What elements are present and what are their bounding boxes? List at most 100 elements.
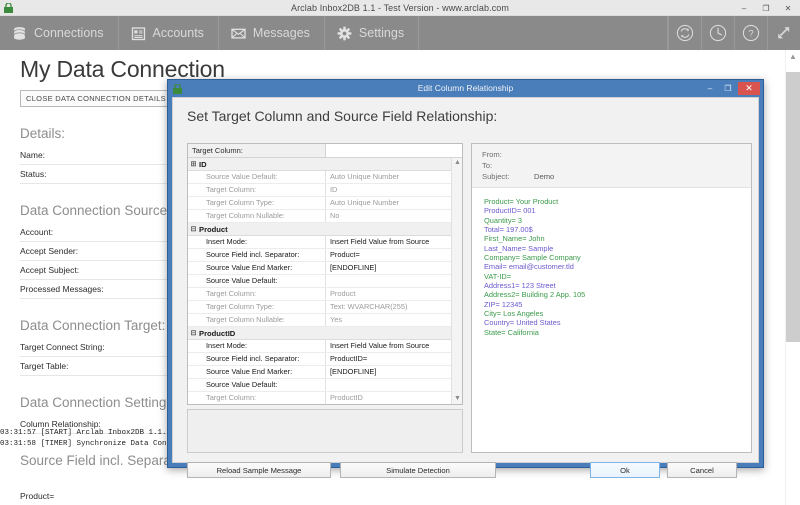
target-column-label: Target Column: (188, 144, 326, 157)
property-row[interactable]: Source Value Default: (188, 379, 451, 392)
message-subject-value: Demo (534, 172, 555, 181)
property-category-id[interactable]: ⊞ ID (188, 158, 451, 171)
property-row[interactable]: Source Value End Marker: [ENDOFLINE] (188, 366, 451, 379)
property-value[interactable]: ProductID= (326, 353, 451, 365)
log-line: 03:31:58 [TIMER] Synchronize Data Connec… (0, 440, 190, 448)
message-subject-label: Subject: (482, 172, 510, 181)
message-line: Total= 197.00$ (484, 225, 533, 235)
property-grid-rows: ⊞ ID Source Value Default: Auto Unique Numb… (188, 158, 451, 404)
application-window: Arclab Inbox2DB 1.1 - Test Version - www… (0, 0, 800, 505)
scroll-up-icon[interactable]: ▲ (454, 159, 461, 167)
property-category-label: ID (199, 159, 207, 169)
nav-item-connections[interactable]: Connections (0, 16, 119, 50)
nav-label-accounts: Accounts (152, 26, 204, 40)
simulate-detection-button[interactable]: Simulate Detection (340, 462, 496, 478)
page-scrollbar[interactable]: ▲ (785, 50, 800, 505)
property-row: Target Column: ID (188, 184, 451, 197)
message-body: Product= Your Product ProductID= 001 Quant… (472, 188, 751, 337)
target-column-value[interactable] (326, 144, 462, 157)
message-line: ZIP= 12345 (484, 299, 523, 309)
close-button[interactable]: ✕ (778, 1, 798, 15)
dialog-heading: Set Target Column and Source Field Relat… (187, 108, 498, 124)
window-title: Arclab Inbox2DB 1.1 - Test Version - www… (290, 3, 510, 13)
dialog-titlebar: Edit Column Relationship – ❐ ✕ (168, 80, 763, 97)
ok-button[interactable]: Ok (590, 462, 660, 478)
property-key: Insert Mode: (188, 236, 326, 248)
nav-label-settings: Settings (358, 26, 405, 40)
property-row[interactable]: Source Value Default: (188, 275, 451, 288)
svg-text:?: ? (748, 29, 753, 40)
log-line: 03:31:57 [START] Arclab Inbox2DB 1.1.0 (0, 429, 172, 437)
property-value[interactable]: Insert Field Value from Source (326, 236, 451, 248)
property-row[interactable]: Insert Mode: Insert Field Value from Sour… (188, 340, 451, 353)
property-row: Target Column Type: Text: WVARCHAR(255) (188, 301, 451, 314)
message-line: Product= Your Product (484, 197, 559, 206)
property-key: Source Value Default: (188, 379, 326, 391)
message-line: City= Los Angeles (484, 309, 544, 319)
dialog-minimize-button[interactable]: – (702, 82, 718, 95)
dialog-button-bar: Reload Sample Message Simulate Detection… (173, 462, 758, 484)
message-to-label: To: (482, 161, 493, 170)
property-value: No (330, 211, 340, 220)
close-data-connection-details-button[interactable]: CLOSE DATA CONNECTION DETAILS (20, 90, 172, 107)
scroll-up-icon[interactable]: ▲ (789, 52, 797, 61)
message-line: Address2= Building 2 App. 105 (484, 290, 586, 300)
property-category-productid[interactable]: ⊟ ProductID (188, 327, 451, 340)
property-key: Source Field incl. Separator: (188, 249, 326, 261)
sync-icon[interactable] (668, 16, 701, 50)
nav-item-settings[interactable]: Settings (325, 16, 420, 50)
message-line: Email= email@customer.tld (484, 262, 574, 272)
maximize-button[interactable]: ❐ (756, 1, 776, 15)
property-row[interactable]: Source Field incl. Separator: ProductID= (188, 353, 451, 366)
property-row[interactable]: Source Value End Marker: [ENDOFLINE] (188, 262, 451, 275)
property-value[interactable] (326, 275, 451, 287)
message-line: Address1= 123 Street (484, 281, 556, 291)
property-value[interactable]: Product= (326, 249, 451, 261)
message-from-row: From: (482, 149, 751, 160)
property-key: Target Column: (188, 184, 326, 196)
scroll-down-icon[interactable]: ▼ (454, 395, 461, 403)
help-icon[interactable]: ? (734, 16, 767, 50)
property-key: Source Value Default: (188, 171, 326, 183)
property-row[interactable]: Source Field incl. Separator: Product= (188, 249, 451, 262)
nav-item-accounts[interactable]: Accounts (119, 16, 219, 50)
navbar-right-buttons: ? (668, 16, 800, 50)
expander-icon[interactable]: ⊟ (188, 329, 199, 337)
property-value[interactable]: [ENDOFLINE] (326, 262, 451, 274)
message-line: Quantity= 3 (484, 215, 523, 225)
property-key: Source Value End Marker: (188, 366, 326, 378)
property-category-product[interactable]: ⊟ Product (188, 223, 451, 236)
message-from-label: From: (482, 150, 502, 159)
message-line: State= California (484, 327, 539, 337)
nav-label-messages: Messages (252, 26, 310, 40)
minimize-button[interactable]: – (734, 1, 754, 15)
clock-icon[interactable] (701, 16, 734, 50)
dialog-body: Set Target Column and Source Field Relat… (172, 97, 759, 478)
property-row[interactable]: Insert Mode: Insert Field Value from Sour… (188, 236, 451, 249)
property-grid-scrollbar[interactable]: ▲ ▼ (451, 158, 462, 404)
property-value[interactable]: [ENDOFLINE] (326, 366, 451, 378)
exit-icon[interactable] (767, 16, 800, 50)
property-grid[interactable]: Target Column: ⊞ ID Source Value Default: A… (187, 143, 463, 405)
reload-sample-message-button[interactable]: Reload Sample Message (187, 462, 331, 478)
message-line: ProductID= 001 (484, 206, 536, 216)
dialog-title: Edit Column Relationship (417, 83, 514, 93)
property-description-panel (187, 409, 463, 453)
property-grid-scroll-area: ⊞ ID Source Value Default: Auto Unique Numb… (188, 158, 462, 404)
nav-item-messages[interactable]: Messages (219, 16, 325, 50)
window-controls: – ❐ ✕ (734, 0, 798, 16)
property-value[interactable]: Insert Field Value from Source (326, 340, 451, 352)
window-titlebar: Arclab Inbox2DB 1.1 - Test Version - www… (0, 0, 800, 16)
property-value: Auto Unique Number (330, 172, 400, 181)
expander-icon[interactable]: ⊟ (188, 225, 199, 233)
edit-column-relationship-dialog: Edit Column Relationship – ❐ ✕ Set Targe… (167, 79, 764, 478)
property-row: Target Column Type: Auto Unique Number (188, 197, 451, 210)
dialog-maximize-button[interactable]: ❐ (720, 82, 736, 95)
property-value: ProductID (330, 393, 363, 402)
dialog-close-button[interactable]: ✕ (738, 82, 760, 95)
property-key: Target Column: (188, 392, 326, 404)
expander-icon[interactable]: ⊞ (188, 160, 199, 168)
property-value[interactable] (326, 379, 451, 391)
scrollbar-thumb[interactable] (786, 72, 800, 342)
cancel-button[interactable]: Cancel (667, 462, 737, 478)
